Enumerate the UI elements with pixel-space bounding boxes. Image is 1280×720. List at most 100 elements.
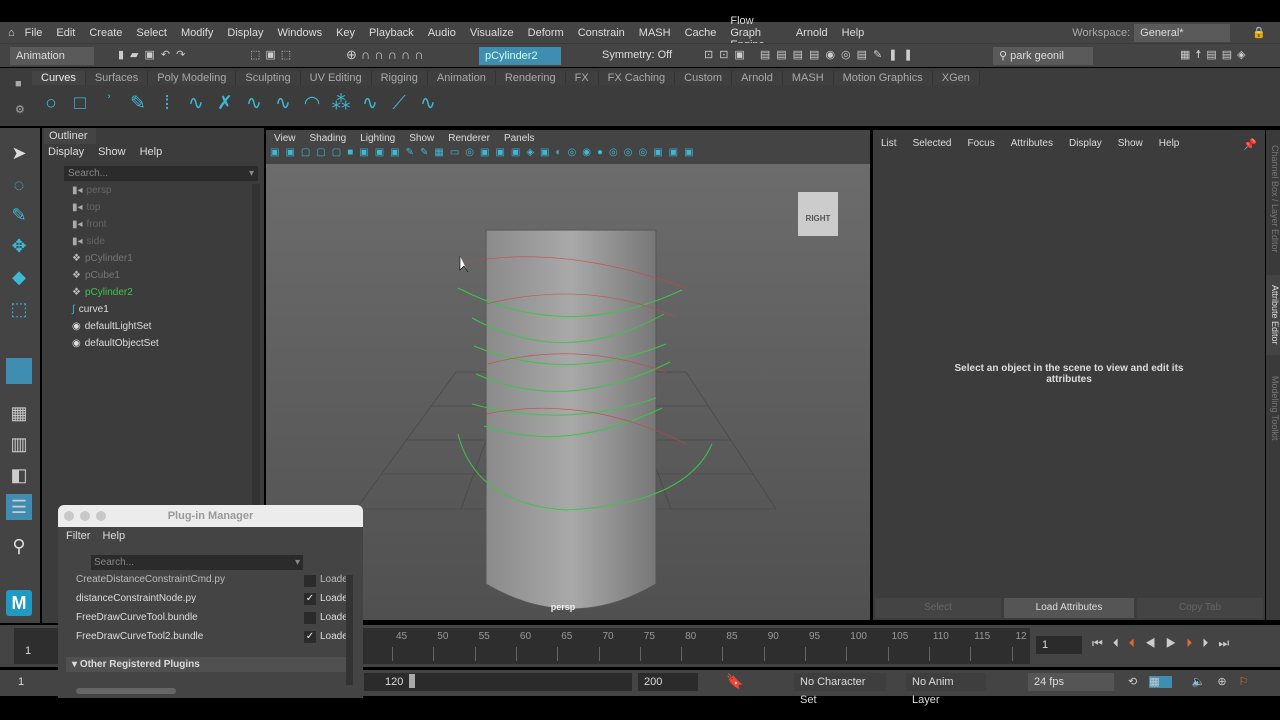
range-slider-handle[interactable] [409, 674, 415, 688]
cut-curve-icon[interactable]: ✗ [214, 93, 236, 115]
ae-menu-focus[interactable]: Focus [967, 138, 994, 149]
paint-select-icon[interactable]: ✎ [6, 202, 32, 228]
playback-controls[interactable]: ⏮⏴⏴◀▶⏵⏵⏭ [1092, 636, 1239, 651]
chevron-down-icon[interactable]: ▾ [249, 166, 254, 181]
menu-help[interactable]: Help [842, 27, 865, 39]
outliner-menu-display[interactable]: Display [48, 146, 84, 158]
loaded-checkbox[interactable] [304, 575, 316, 587]
maya-logo-icon[interactable]: M [6, 590, 32, 616]
menu-audio[interactable]: Audio [428, 27, 456, 39]
ep-curve-icon[interactable]: ⁞ [156, 93, 178, 115]
workspace-dropdown[interactable]: General* [1134, 23, 1231, 42]
step-back-icon[interactable]: ⏴ [1113, 636, 1129, 650]
outliner-item[interactable]: ❖ pCylinder1 [72, 253, 133, 264]
menu-cache[interactable]: Cache [685, 27, 717, 39]
shelf-tab-animation[interactable]: Animation [427, 71, 496, 85]
shelf-tab-sculpting[interactable]: Sculpting [236, 71, 301, 85]
menu-modify[interactable]: Modify [181, 27, 213, 39]
pm-search-input[interactable]: Search... ▾ [91, 555, 303, 570]
time-icon[interactable]: ⊕ [1217, 676, 1238, 688]
menu-display[interactable]: Display [227, 27, 263, 39]
ae-menu-selected[interactable]: Selected [913, 138, 952, 149]
shelf-tab-fx[interactable]: FX [565, 71, 599, 85]
loaded-checkbox[interactable]: ✓ [304, 631, 316, 643]
home-icon[interactable]: ⌂ [8, 27, 15, 39]
outliner-item[interactable]: ▮◂ persp [72, 185, 112, 196]
load-attributes-button[interactable]: Load Attributes [1004, 598, 1134, 618]
user-account-dropdown[interactable]: ⚲ park geonil [993, 47, 1093, 65]
shelf-settings-icon[interactable]: ⚙ [15, 103, 25, 116]
rebuild-curve-icon[interactable]: ⁂ [330, 93, 352, 115]
outliner-item[interactable]: ❖ pCube1 [72, 270, 120, 281]
plugin-manager-titlebar[interactable]: Plug-in Manager [58, 505, 363, 527]
current-frame-field[interactable]: 1 [1036, 636, 1082, 654]
shelf-tab-uv-editing[interactable]: UV Editing [300, 71, 372, 85]
viewport-menu-panels[interactable]: Panels [504, 133, 535, 144]
symmetry-dropdown[interactable]: Symmetry: Off [602, 49, 672, 61]
shelf-tab-custom[interactable]: Custom [675, 71, 733, 85]
playback-options-icons[interactable]: ⟲▦ 🔈⊕⚐ [1128, 675, 1260, 688]
tab-attribute-editor[interactable]: Attribute Editor [1266, 275, 1280, 355]
menu-mash[interactable]: MASH [639, 27, 671, 39]
menu-edit[interactable]: Edit [56, 27, 75, 39]
tab-channel-box[interactable]: Channel Box / Layer Editor [1266, 136, 1280, 262]
two-pane-layout-icon[interactable]: ▥ [6, 431, 32, 457]
close-window-button[interactable] [64, 511, 74, 521]
go-to-start-icon[interactable]: ⏮ [1092, 636, 1113, 650]
chevron-down-icon[interactable]: ▾ [295, 555, 300, 570]
copy-tab-button[interactable]: Copy Tab [1137, 598, 1263, 618]
rotate-tool-icon[interactable]: ◆ [6, 264, 32, 290]
sound-icon[interactable]: 🔈 [1192, 676, 1218, 688]
object-name-field[interactable]: pCylinder2 [479, 47, 561, 65]
single-pane-layout-icon[interactable] [6, 358, 32, 384]
four-pane-layout-icon[interactable]: ▦ [6, 400, 32, 426]
ae-menu-help[interactable]: Help [1159, 138, 1180, 149]
shelf-tab-xgen[interactable]: XGen [932, 71, 980, 85]
outliner-search-input[interactable]: Search... ▾ [64, 166, 258, 181]
menu-playback[interactable]: Playback [369, 27, 414, 39]
loaded-checkbox[interactable]: ✓ [304, 593, 316, 605]
menu-key[interactable]: Key [336, 27, 355, 39]
viewport-menu-shading[interactable]: Shading [310, 133, 347, 144]
minimize-window-button[interactable] [80, 511, 90, 521]
shelf-tab-fx-caching[interactable]: FX Caching [598, 71, 676, 85]
shelf-tab-curves[interactable]: Curves [32, 71, 86, 85]
outliner-item[interactable]: ◉ defaultLightSet [72, 321, 151, 332]
render-icons[interactable]: ⊡⊡▣ ▤▤▤▤◉◎▤✎❚❚ [704, 48, 919, 61]
menu-windows[interactable]: Windows [277, 27, 322, 39]
range-slider[interactable] [364, 673, 632, 691]
outliner-item[interactable]: ▮◂ side [72, 236, 105, 247]
shelf-tab-rigging[interactable]: Rigging [371, 71, 428, 85]
ae-menu-attributes[interactable]: Attributes [1011, 138, 1053, 149]
other-plugins-section-header[interactable]: ▾ Other Registered Plugins [66, 657, 346, 672]
range-end-field[interactable]: 120 [385, 676, 403, 688]
side-layout-icon[interactable]: ◧ [6, 462, 32, 488]
snap-icons[interactable]: ⊕∩∩∩∩∩ [346, 47, 428, 63]
maximize-window-button[interactable] [96, 511, 106, 521]
menu-deform[interactable]: Deform [528, 27, 564, 39]
go-to-end-icon[interactable]: ⏭ [1218, 636, 1239, 650]
bookmark-icon[interactable]: 🔖 [726, 673, 743, 690]
menu-constrain[interactable]: Constrain [578, 27, 625, 39]
viewport-menu-lighting[interactable]: Lighting [360, 133, 395, 144]
extend-curve-icon[interactable]: ∿ [272, 93, 294, 115]
nurbs-circle-icon[interactable]: ○ [40, 93, 62, 115]
play-forward-icon[interactable]: ▶ [1166, 636, 1187, 650]
ae-menu-list[interactable]: List [881, 138, 897, 149]
outliner-menu-show[interactable]: Show [98, 146, 126, 158]
outliner-item[interactable]: ▮◂ top [72, 202, 100, 213]
pm-menu-filter[interactable]: Filter [66, 530, 90, 542]
play-back-icon[interactable]: ◀ [1145, 636, 1166, 650]
prev-key-icon[interactable]: ⏴ [1129, 636, 1145, 650]
pin-icon[interactable]: 📌 [1243, 138, 1257, 151]
menu-arnold[interactable]: Arnold [796, 27, 828, 39]
shelf-tab-mash[interactable]: MASH [782, 71, 834, 85]
scale-tool-icon[interactable]: ⬚ [6, 296, 32, 322]
outliner-item[interactable]: ∫ curve1 [72, 304, 109, 315]
outliner-item-selected[interactable]: ❖ pCylinder2 [72, 287, 133, 298]
next-key-icon[interactable]: ⏵ [1186, 636, 1202, 650]
viewport-menu-renderer[interactable]: Renderer [448, 133, 490, 144]
fps-dropdown[interactable]: 24 fps [1028, 673, 1114, 691]
pm-menu-help[interactable]: Help [102, 530, 125, 542]
panel-toggle-icons[interactable]: ▦☨▤▤◈ [1180, 48, 1251, 61]
